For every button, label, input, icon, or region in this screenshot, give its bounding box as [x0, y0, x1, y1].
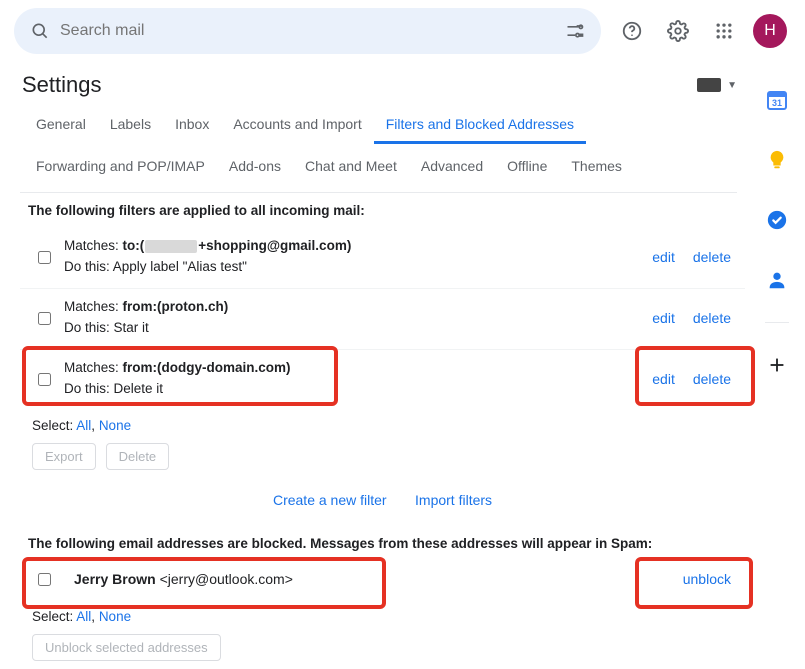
- select-all-link[interactable]: All: [76, 418, 91, 433]
- filter-checkbox[interactable]: [38, 312, 51, 325]
- keep-app-icon[interactable]: [759, 142, 795, 178]
- filter-description: Matches: to:(+shopping@gmail.com)Do this…: [64, 236, 652, 278]
- tab-advanced[interactable]: Advanced: [409, 148, 495, 184]
- filter-row: Matches: from:(dodgy-domain.com)Do this:…: [20, 350, 745, 410]
- import-filters-link[interactable]: Import filters: [415, 492, 492, 508]
- search-input[interactable]: [54, 22, 561, 40]
- calendar-app-icon[interactable]: 31: [759, 82, 795, 118]
- delete-filter-link[interactable]: delete: [693, 310, 731, 326]
- filter-checkbox[interactable]: [38, 373, 51, 386]
- delete-filter-link[interactable]: delete: [693, 249, 731, 265]
- keyboard-icon: [697, 78, 721, 92]
- tab-general[interactable]: General: [24, 106, 98, 144]
- search-icon: [26, 17, 54, 45]
- apps-grid-icon[interactable]: [707, 14, 741, 48]
- export-button[interactable]: Export: [32, 443, 96, 470]
- page-title: Settings: [22, 72, 102, 98]
- svg-text:31: 31: [772, 98, 782, 108]
- edit-filter-link[interactable]: edit: [652, 249, 675, 265]
- redacted-text: [145, 240, 197, 253]
- contacts-app-icon[interactable]: [759, 262, 795, 298]
- account-avatar[interactable]: H: [753, 14, 787, 48]
- blocked-checkbox[interactable]: [38, 573, 51, 586]
- edit-filter-link[interactable]: edit: [652, 371, 675, 387]
- blocked-address-text: Jerry Brown <jerry@outlook.com>: [64, 571, 683, 587]
- tab-themes[interactable]: Themes: [559, 148, 634, 184]
- add-app-icon[interactable]: [759, 347, 795, 383]
- filter-checkbox[interactable]: [38, 251, 51, 264]
- filters-select-row: Select: All, None: [20, 410, 745, 439]
- select-all-link[interactable]: All: [76, 609, 91, 624]
- unblock-link[interactable]: unblock: [683, 571, 731, 587]
- blocked-section-heading: The following email addresses are blocke…: [20, 526, 745, 561]
- tab-forwarding-and-pop-imap[interactable]: Forwarding and POP/IMAP: [24, 148, 217, 184]
- tab-add-ons[interactable]: Add-ons: [217, 148, 293, 184]
- filter-description: Matches: from:(dodgy-domain.com)Do this:…: [64, 358, 652, 400]
- tab-inbox[interactable]: Inbox: [163, 106, 221, 144]
- create-filter-link[interactable]: Create a new filter: [273, 492, 387, 508]
- edit-filter-link[interactable]: edit: [652, 310, 675, 326]
- help-icon[interactable]: [615, 14, 649, 48]
- select-none-link[interactable]: None: [99, 418, 131, 433]
- delete-filter-link[interactable]: delete: [693, 371, 731, 387]
- tasks-app-icon[interactable]: [759, 202, 795, 238]
- filter-row: Matches: to:(+shopping@gmail.com)Do this…: [20, 228, 745, 289]
- tab-accounts-and-import[interactable]: Accounts and Import: [221, 106, 373, 144]
- blocked-select-row: Select: All, None: [20, 601, 745, 630]
- tab-filters-and-blocked-addresses[interactable]: Filters and Blocked Addresses: [374, 106, 586, 144]
- filter-row: Matches: from:(proton.ch)Do this: Star i…: [20, 289, 745, 350]
- delete-button[interactable]: Delete: [106, 443, 170, 470]
- blocked-address-row: Jerry Brown <jerry@outlook.com> unblock: [20, 561, 745, 601]
- tab-chat-and-meet[interactable]: Chat and Meet: [293, 148, 409, 184]
- tab-offline[interactable]: Offline: [495, 148, 559, 184]
- dropdown-caret-icon: ▼: [727, 80, 737, 91]
- select-none-link[interactable]: None: [99, 609, 131, 624]
- unblock-selected-button[interactable]: Unblock selected addresses: [32, 634, 221, 661]
- input-tools-selector[interactable]: ▼: [697, 78, 737, 92]
- tab-labels[interactable]: Labels: [98, 106, 163, 144]
- search-options-icon[interactable]: [561, 17, 589, 45]
- search-bar[interactable]: [14, 8, 601, 54]
- filters-section-heading: The following filters are applied to all…: [20, 193, 745, 228]
- filter-description: Matches: from:(proton.ch)Do this: Star i…: [64, 297, 652, 339]
- settings-gear-icon[interactable]: [661, 14, 695, 48]
